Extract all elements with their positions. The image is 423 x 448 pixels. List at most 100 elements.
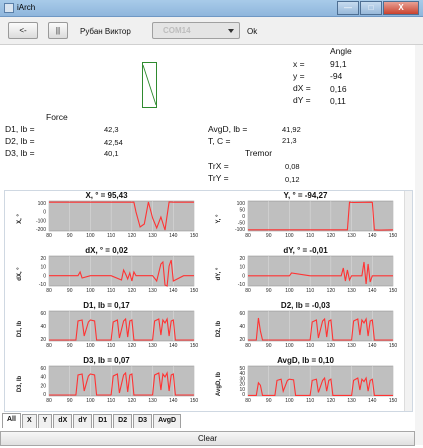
x-tick-label: 150 xyxy=(190,343,199,349)
x-tick-label: 110 xyxy=(306,233,314,239)
x-tick-label: 110 xyxy=(306,398,314,404)
window-title: iArch xyxy=(17,3,36,12)
y-axis-label: AvgD, lb xyxy=(216,372,222,396)
y-tick-label: 20 xyxy=(40,256,46,262)
y-tick-label: 0 xyxy=(43,392,46,398)
x-tick-label: 120 xyxy=(327,288,336,294)
ok-label: Ok xyxy=(247,27,258,36)
force-d3-value: 40,1 xyxy=(104,149,119,158)
plot-area xyxy=(48,200,195,232)
tab-all[interactable]: All xyxy=(2,413,21,428)
x-tick-label: 100 xyxy=(285,288,294,294)
tab-d3[interactable]: D3 xyxy=(133,414,153,428)
y-tick-label: -100 xyxy=(36,218,46,224)
close-button[interactable]: X xyxy=(383,1,419,15)
x-tick-label: 90 xyxy=(67,398,73,404)
y-tick-label: 0 xyxy=(242,273,245,279)
chart-0: X, ° = 95,43 80 90 100 110 120 130 140 150 100 0 -1… xyxy=(9,191,204,241)
y-tick-label: 20 xyxy=(40,383,46,389)
tab-d2[interactable]: D2 xyxy=(113,414,133,428)
maximize-button[interactable]: □ xyxy=(360,1,382,15)
x-tick-label: 140 xyxy=(169,233,178,239)
x-tick-label: 100 xyxy=(86,288,95,294)
y-axis-label: X, ° xyxy=(17,214,23,224)
y-axis-label: D3, lb xyxy=(17,376,23,393)
y-tick-label: 60 xyxy=(40,366,46,372)
plot-area xyxy=(247,365,394,397)
plot-area xyxy=(247,255,394,287)
y-tick-label: -10 xyxy=(39,282,46,288)
x-tick-label: 100 xyxy=(86,233,95,239)
y-tick-label: 60 xyxy=(239,311,245,317)
x-tick-label: 130 xyxy=(347,233,356,239)
tremor-y-value: 0,12 xyxy=(285,175,300,184)
title-bar: iArch — □ X xyxy=(0,0,423,17)
tremor-x-value: 0,08 xyxy=(285,162,300,171)
y-tick-label: 40 xyxy=(40,324,46,330)
angle-dx-label: dX = xyxy=(293,83,311,93)
chart-7: AvgD, lb = 0,10 80 90 100 110 120 130 140 150 50 4… xyxy=(208,356,403,406)
y-tick-label: 100 xyxy=(38,201,47,207)
tab-dx[interactable]: dX xyxy=(53,414,73,428)
charts-scrollbar[interactable] xyxy=(404,191,412,411)
chart-svg: 80 90 100 110 120 130 140 150 60 40 20 D1, lb xyxy=(17,310,199,349)
x-tick-label: 120 xyxy=(327,233,336,239)
x-tick-label: 90 xyxy=(67,343,73,349)
x-tick-label: 110 xyxy=(107,288,115,294)
x-tick-label: 150 xyxy=(190,398,199,404)
pause-button[interactable]: || xyxy=(48,22,68,39)
angle-dx-value: 0,16 xyxy=(330,84,347,94)
avgd-value: 41,92 xyxy=(282,125,301,134)
angle-header: Angle xyxy=(330,46,352,56)
y-axis-label: Y, ° xyxy=(216,214,222,224)
tab-dy[interactable]: dY xyxy=(73,414,93,428)
x-tick-label: 80 xyxy=(245,343,251,349)
tab-avgd[interactable]: AvgD xyxy=(153,414,182,428)
tab-d1[interactable]: D1 xyxy=(93,414,113,428)
chart-svg: 80 90 100 110 120 130 140 15050403020100AvgD, l… xyxy=(216,365,397,404)
plot-area xyxy=(48,310,195,342)
x-tick-label: 100 xyxy=(285,233,294,239)
force-d1-value: 42,3 xyxy=(104,125,119,134)
y-tick-label: 40 xyxy=(40,375,46,381)
x-tick-label: 110 xyxy=(107,398,115,404)
y-axis-label: dY, ° xyxy=(216,267,222,280)
x-tick-label: 100 xyxy=(86,343,95,349)
x-tick-label: 140 xyxy=(368,288,377,294)
x-tick-label: 120 xyxy=(327,398,336,404)
x-tick-label: 140 xyxy=(169,398,178,404)
clear-button[interactable]: Clear xyxy=(0,431,415,446)
y-tick-label: 10 xyxy=(40,265,46,271)
minimize-button[interactable]: — xyxy=(337,1,359,15)
charts-panel: X, ° = 95,43 80 90 100 110 120 130 140 150 100 0 -1… xyxy=(4,190,413,412)
chart-svg: 80 90 100 110 120 130 140 150 60 40 20 0 D3, lb xyxy=(17,365,199,404)
chevron-down-icon xyxy=(228,29,234,33)
back-button[interactable]: <- xyxy=(8,22,38,39)
angle-y-value: -94 xyxy=(330,71,343,81)
x-tick-label: 140 xyxy=(169,288,178,294)
x-tick-label: 90 xyxy=(266,288,272,294)
tab-x[interactable]: X xyxy=(21,414,37,428)
force-d2-label: D2, lb = xyxy=(5,136,35,146)
window-controls: — □ X xyxy=(336,1,419,15)
angle-dy-label: dY = xyxy=(293,95,311,105)
chart-6: D3, lb = 0,07 80 90 100 110 120 130 140 150 60 40 2… xyxy=(9,356,204,406)
x-tick-label: 130 xyxy=(148,233,157,239)
y-tick-label: -200 xyxy=(36,227,46,233)
x-tick-label: 120 xyxy=(128,288,137,294)
plot-area xyxy=(48,365,195,397)
x-tick-label: 150 xyxy=(190,233,199,239)
chart-4: D1, lb = 0,17 80 90 100 110 120 130 140 150 60 40 2… xyxy=(9,301,204,351)
y-tick-label: 0 xyxy=(242,214,245,220)
x-tick-label: 90 xyxy=(67,233,73,239)
chart-3: dY, ° = -0,01 80 90 100 110 120 130 140 150 20 10 0… xyxy=(208,246,403,296)
chart-tabs: All X YdX dY D1 D2 D3 AvgD xyxy=(0,413,423,429)
x-tick-label: 120 xyxy=(327,343,336,349)
x-tick-label: 140 xyxy=(368,398,377,404)
tab-y[interactable]: Y xyxy=(37,414,53,428)
angle-x-value: 91,1 xyxy=(330,59,347,69)
x-tick-label: 130 xyxy=(148,343,157,349)
temperature-value: 21,3 xyxy=(282,136,297,145)
x-tick-label: 140 xyxy=(169,343,178,349)
port-select[interactable]: COM14 xyxy=(152,22,240,39)
